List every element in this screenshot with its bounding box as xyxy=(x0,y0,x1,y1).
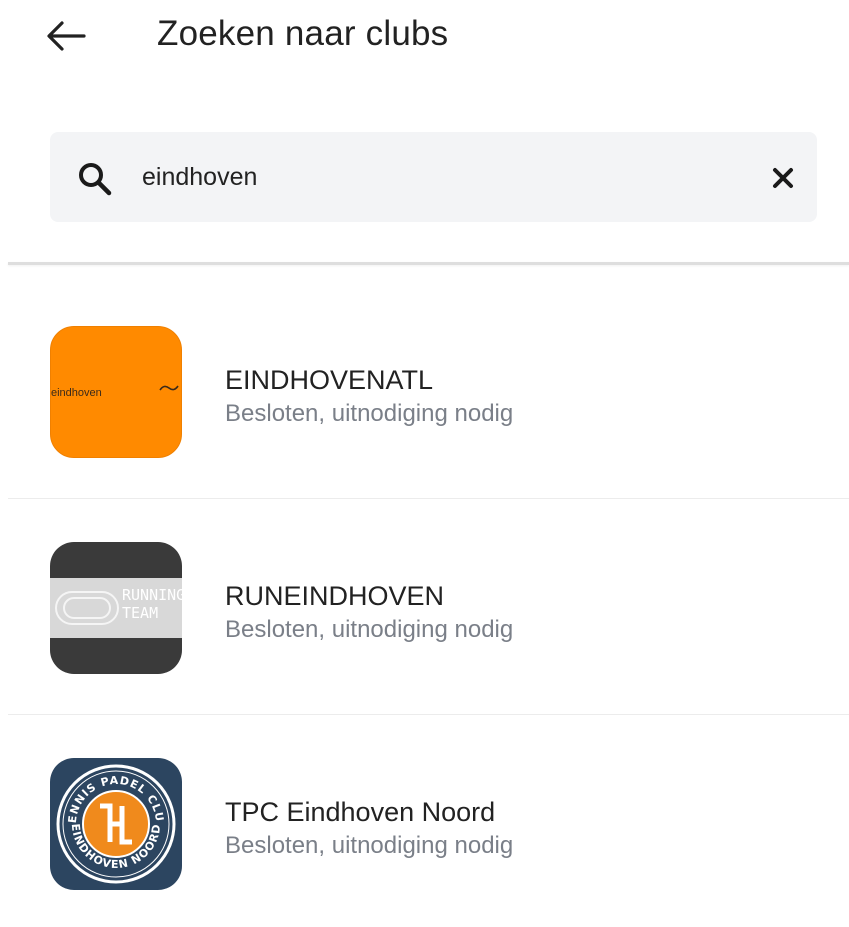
club-name: TPC Eindhoven Noord xyxy=(225,797,496,827)
header-divider xyxy=(8,262,849,265)
app-header: Zoeken naar clubs xyxy=(0,0,849,80)
club-logo-text: TEAM xyxy=(122,604,159,622)
search-input[interactable] xyxy=(142,154,742,200)
club-list-item[interactable]: RUNNING TEAM RUNEINDHOVEN Besloten, uitn… xyxy=(0,499,849,715)
search-icon xyxy=(79,163,112,196)
arrow-left-icon xyxy=(47,21,86,51)
clear-search-button[interactable] xyxy=(767,162,799,194)
club-status: Besloten, uitnodiging nodig xyxy=(225,400,514,427)
club-list-item[interactable]: TENNIS PADEL CLUB EINDHOVEN NOORD TPC Ei… xyxy=(0,715,849,927)
club-logo: eindhoven xyxy=(50,326,182,458)
club-search-screen: Zoeken naar clubs eindhoven EINDHOVENATL… xyxy=(0,0,849,927)
club-logo: TENNIS PADEL CLUB EINDHOVEN NOORD xyxy=(50,758,182,890)
tennis-padel-badge-icon: TENNIS PADEL CLUB EINDHOVEN NOORD xyxy=(50,758,176,884)
club-list-item[interactable]: eindhoven EINDHOVENATL Besloten, uitnodi… xyxy=(0,283,849,499)
club-name: RUNEINDHOVEN xyxy=(225,581,445,611)
club-logo: RUNNING TEAM xyxy=(50,542,182,674)
wave-icon xyxy=(159,385,179,391)
running-track-icon xyxy=(55,591,119,625)
club-status: Besloten, uitnodiging nodig xyxy=(225,832,514,859)
club-result-list: eindhoven EINDHOVENATL Besloten, uitnodi… xyxy=(0,283,849,927)
club-status: Besloten, uitnodiging nodig xyxy=(225,616,514,643)
club-name: EINDHOVENATL xyxy=(225,365,434,395)
club-logo-text: RUNNING xyxy=(122,586,182,604)
back-button[interactable] xyxy=(40,10,92,62)
page-title: Zoeken naar clubs xyxy=(157,14,449,53)
club-logo-text: eindhoven xyxy=(51,387,102,399)
search-bar[interactable] xyxy=(50,132,817,222)
close-icon xyxy=(773,168,793,188)
